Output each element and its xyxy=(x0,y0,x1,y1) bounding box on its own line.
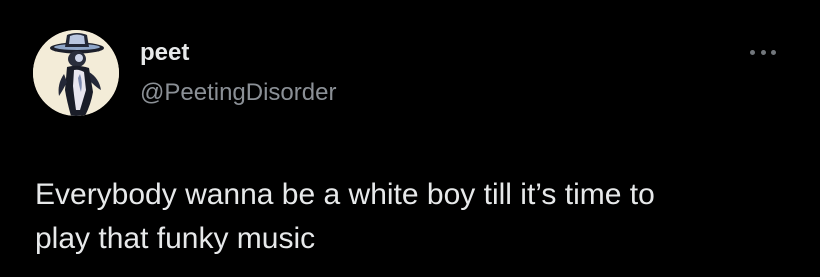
cowboy-figure-avatar-icon xyxy=(33,30,119,116)
more-options-icon-dot xyxy=(771,49,776,55)
tweet-text: Everybody wanna be a white boy till it’s… xyxy=(35,173,795,261)
more-options-icon xyxy=(750,49,755,55)
tweet-text-line: Everybody wanna be a white boy till it’s… xyxy=(35,178,655,211)
tweet-text-line: play that funky music xyxy=(35,222,316,255)
more-options-button[interactable] xyxy=(748,42,778,62)
user-handle[interactable]: @PeetingDisorder xyxy=(140,78,336,108)
display-name[interactable]: peet xyxy=(140,38,189,68)
tweet-card: peet @PeetingDisorder Everybody wanna be… xyxy=(0,0,820,277)
more-options-icon-dot xyxy=(760,49,766,55)
avatar[interactable] xyxy=(33,30,119,116)
